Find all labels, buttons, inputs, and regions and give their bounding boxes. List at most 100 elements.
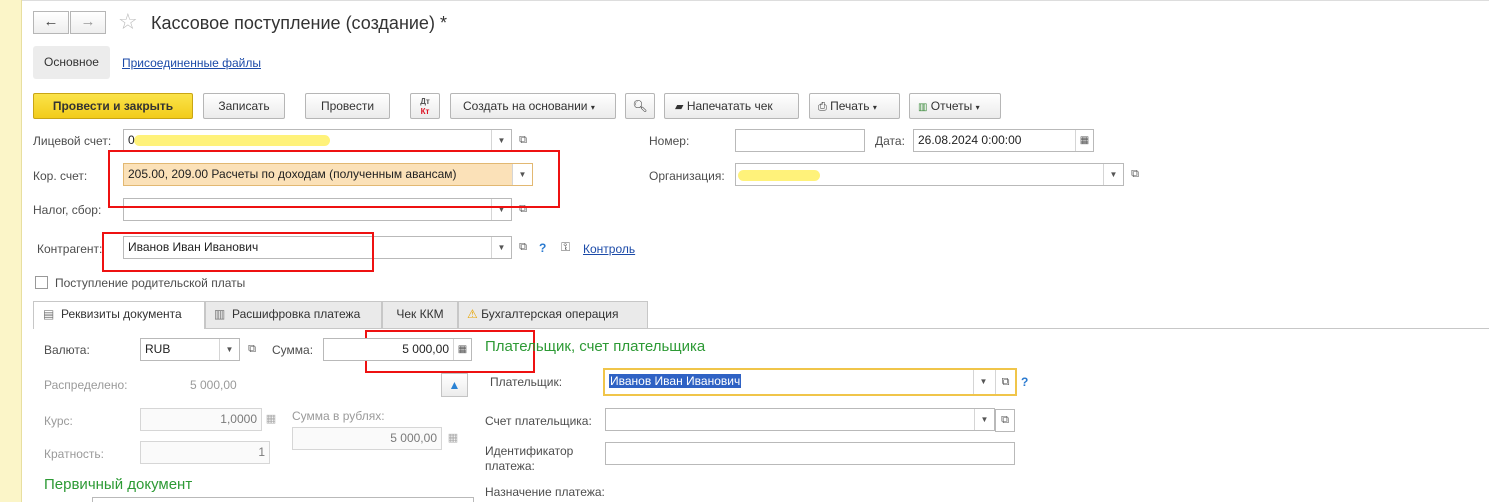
reports-label: Отчеты	[930, 99, 973, 113]
print-receipt-button[interactable]: ▰ Напечатать чек	[664, 93, 799, 119]
magnifier-icon: 🔍︎	[632, 99, 648, 113]
section-main[interactable]: Основное	[33, 46, 110, 79]
tax-label: Налог, сбор:	[33, 203, 102, 217]
help-icon[interactable]: ?	[1021, 375, 1028, 389]
search-button[interactable]: 🔍︎	[625, 93, 655, 119]
save-button[interactable]: Записать	[203, 93, 285, 119]
tab-label: Реквизиты документа	[61, 307, 182, 321]
tab-accounting-operation[interactable]: ⚠ Бухгалтерская операция	[458, 301, 648, 328]
dt-kt-button[interactable]: Дт Кт	[410, 93, 440, 119]
counterparty-label: Контрагент:	[37, 242, 103, 256]
top-divider	[22, 0, 1489, 1]
date-field[interactable]: 26.08.2024 0:00:00 ▦	[913, 129, 1094, 152]
section-files-link[interactable]: Присоединенные файлы	[122, 56, 261, 70]
page-title: Кассовое поступление (создание) *	[151, 13, 447, 33]
document-icon: ▤	[43, 307, 55, 321]
report-icon: ▥	[918, 102, 928, 113]
dropdown-caret-icon[interactable]: ▼	[974, 409, 994, 430]
open-icon[interactable]: ⧉	[995, 370, 1015, 394]
control-icon: ⚿	[561, 240, 571, 254]
control-link[interactable]: Контроль	[583, 242, 635, 256]
rate-field[interactable]: 1,0000	[140, 408, 262, 431]
arrow-left-icon: ←	[43, 13, 59, 30]
currency-label: Валюта:	[44, 343, 90, 357]
rub-sum-value: 5 000,00	[390, 431, 437, 445]
annotation-box-corr-account	[108, 150, 560, 208]
post-and-close-button[interactable]: Провести и закрыть	[33, 93, 193, 119]
primary-doc-heading: Первичный документ	[44, 476, 193, 493]
rate-value: 1,0000	[220, 412, 257, 426]
sum-value: 5 000,00	[402, 342, 449, 356]
primary-doc-field[interactable]	[92, 497, 474, 502]
create-based-on-label: Создать на основании	[463, 99, 588, 113]
number-field[interactable]	[735, 129, 865, 152]
star-icon[interactable]: ☆	[118, 11, 138, 33]
calculator-icon[interactable]: ▦	[444, 428, 462, 449]
distribute-button[interactable]: ▲	[441, 373, 468, 397]
tab-payment-breakdown[interactable]: ▥ Расшифровка платежа	[205, 301, 382, 328]
sum-label: Сумма:	[272, 343, 314, 357]
tab-label: Бухгалтерская операция	[481, 307, 619, 321]
arrow-right-icon: →	[80, 13, 96, 30]
currency-field[interactable]: RUB ▼	[140, 338, 240, 361]
date-value: 26.08.2024 0:00:00	[918, 133, 1022, 147]
open-icon[interactable]: ⧉	[514, 237, 532, 258]
rub-sum-field[interactable]: 5 000,00	[292, 427, 442, 450]
corr-account-label: Кор. счет:	[33, 169, 88, 183]
multiplicity-field[interactable]: 1	[140, 441, 270, 464]
create-based-on-button[interactable]: Создать на основании ▾	[450, 93, 616, 119]
distributed-label: Распределено:	[44, 378, 128, 392]
tab-label: Чек ККМ	[396, 307, 444, 321]
reports-menu-button[interactable]: ▥ Отчеты ▾	[909, 93, 1001, 119]
multiplicity-label: Кратность:	[44, 447, 104, 461]
payment-id-label: Идентификатор платежа:	[485, 444, 574, 473]
post-button[interactable]: Провести	[305, 93, 390, 119]
print-icon: ⎙	[818, 101, 827, 113]
open-icon[interactable]: ⧉	[514, 130, 532, 151]
account-label: Лицевой счет:	[33, 134, 112, 148]
dropdown-caret-icon[interactable]: ▼	[219, 339, 239, 360]
distributed-value: 5 000,00	[190, 378, 237, 392]
currency-value: RUB	[145, 342, 171, 356]
purpose-label: Назначение платежа:	[485, 485, 605, 499]
open-icon[interactable]: ⧉	[995, 409, 1015, 432]
organization-field[interactable]: ▼	[735, 163, 1124, 186]
tab-kkm-receipt[interactable]: Чек ККМ	[382, 301, 458, 328]
print-label: Печать	[830, 99, 870, 113]
print-menu-button[interactable]: ⎙ Печать ▾	[809, 93, 900, 119]
annotation-box-counterparty	[102, 232, 374, 272]
payer-account-label: Счет плательщика:	[485, 414, 592, 428]
dropdown-caret-icon: ▾	[590, 103, 595, 112]
open-icon[interactable]: ⧉	[1126, 164, 1144, 185]
dropdown-caret-icon[interactable]: ▼	[1103, 164, 1123, 185]
dropdown-caret-icon[interactable]: ▼	[491, 130, 511, 151]
number-label: Номер:	[649, 134, 690, 148]
payer-field[interactable]: Иванов Иван Иванович ▼ ⧉	[603, 368, 1017, 396]
calendar-icon[interactable]: ▦	[1075, 130, 1093, 151]
multiplicity-value: 1	[258, 445, 265, 459]
table-icon: ▥	[214, 307, 226, 321]
sum-field[interactable]: 5 000,00 ▦	[323, 338, 472, 361]
account-field[interactable]: 0 ▼	[123, 129, 512, 152]
dropdown-caret-icon[interactable]: ▼	[973, 370, 993, 394]
redaction-highlight	[134, 135, 330, 146]
calculator-icon[interactable]: ▦	[453, 339, 471, 360]
payment-id-field[interactable]	[605, 442, 1015, 465]
left-sidebar-strip	[0, 0, 22, 502]
payer-label: Плательщик:	[490, 375, 563, 389]
payer-account-field[interactable]: ▼	[605, 408, 995, 431]
parent-fee-checkbox[interactable]	[35, 276, 48, 289]
payer-value: Иванов Иван Иванович	[609, 374, 742, 388]
tab-document-details[interactable]: ▤ Реквизиты документа	[33, 301, 205, 329]
calculator-icon[interactable]: ▦	[262, 409, 280, 430]
forward-button[interactable]: →	[70, 11, 106, 34]
help-icon[interactable]: ?	[539, 241, 546, 255]
tabs-divider	[33, 328, 1489, 329]
date-label: Дата:	[875, 134, 905, 148]
printer-icon: ▰	[675, 101, 684, 113]
dropdown-caret-icon[interactable]: ▼	[491, 237, 511, 258]
back-button[interactable]: ←	[33, 11, 69, 34]
open-icon[interactable]: ⧉	[243, 339, 261, 360]
rub-sum-label: Сумма в рублях:	[292, 409, 385, 423]
arrow-up-icon: ▲	[448, 378, 461, 392]
